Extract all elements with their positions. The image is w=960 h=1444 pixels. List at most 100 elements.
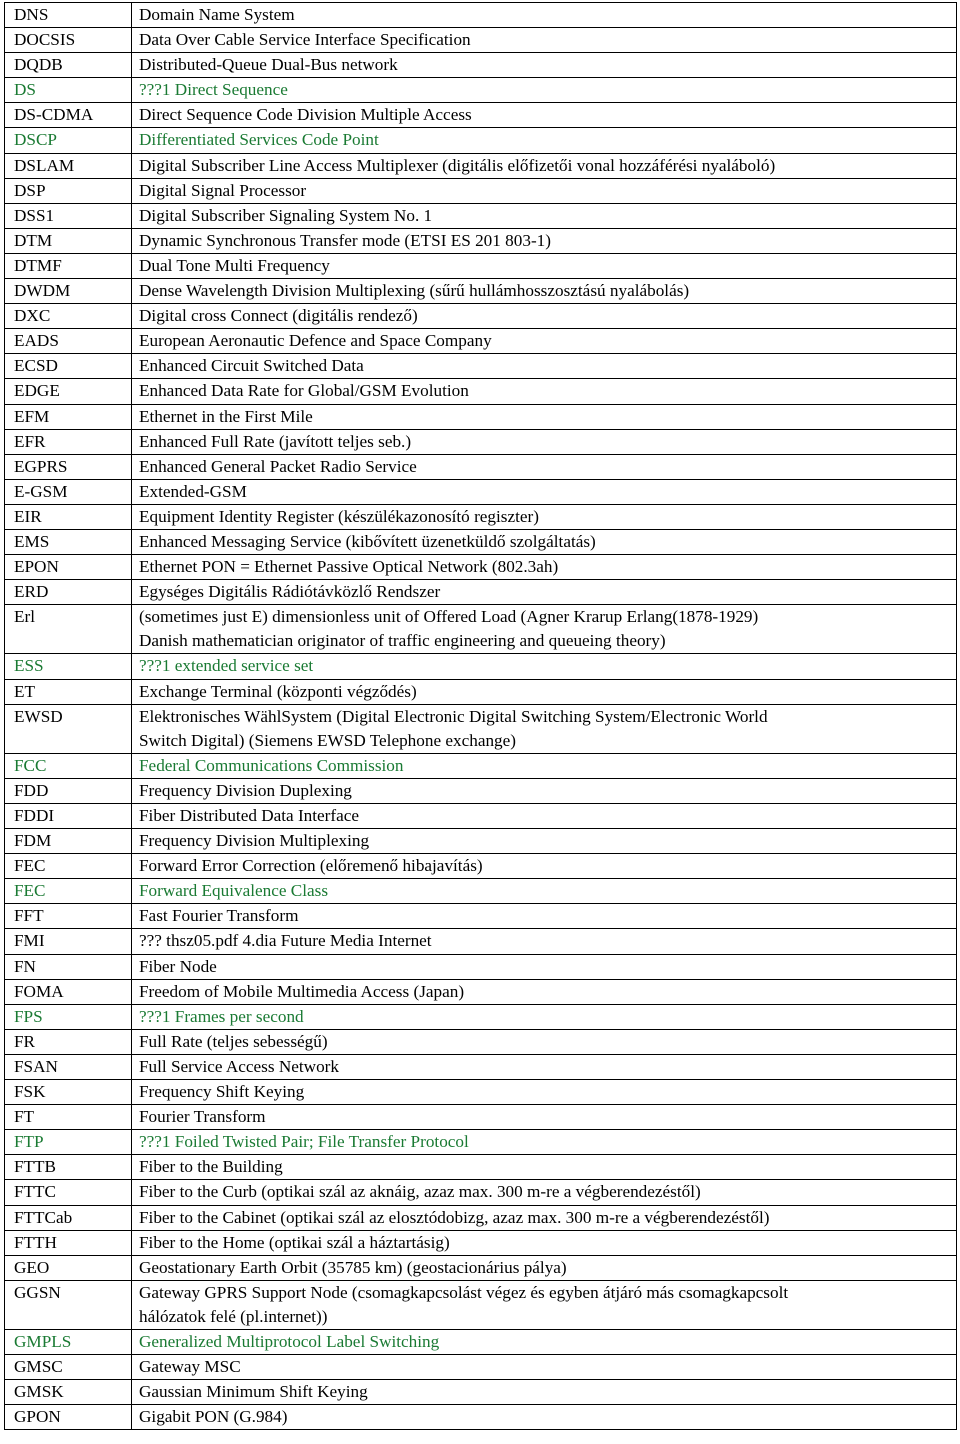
abbreviation-cell: FTTC [4,1179,132,1206]
definition-cell: Full Service Access Network [131,1053,957,1081]
table-row: DTM Dynamic Synchronous Transfer mode (ET… [4,227,957,254]
abbreviation-cell: GEO [4,1254,132,1281]
abbreviation-cell: FT [4,1104,132,1131]
table-row: FTTCab Fiber to the Cabinet (optikai szál… [4,1204,957,1231]
table-row: GPON Gigabit PON (G.984) [4,1404,957,1431]
table-row: FDM Frequency Division Multiplexing [4,828,957,855]
table-row: DQDB Distributed-Queue Dual-Bus network [4,52,957,79]
abbreviation-cell: E-GSM [4,478,132,505]
abbreviation-cell: DOCSIS [4,27,132,54]
definition-cell: Full Rate (teljes sebességű) [131,1028,957,1055]
abbreviation-cell: EPON [4,554,132,581]
table-row: EPON Ethernet PON = Ethernet Passive Opti… [4,554,957,581]
table-row: FTP ???1 Foiled Twisted Pair; File Transf… [4,1129,957,1156]
abbreviation-cell: FTTB [4,1154,132,1181]
definition-cell: Dense Wavelength Division Multiplexing (… [131,278,957,305]
table-row: FDDI Fiber Distributed Data Interface [4,802,957,830]
table-row: DS ???1 Direct Sequence [4,77,957,104]
table-row: FN Fiber Node [4,953,957,980]
definition-cell: Data Over Cable Service Interface Specif… [131,27,957,54]
abbreviation-cell: DS-CDMA [4,102,132,129]
definition-cell: Forward Error Correction (előremenő hiba… [131,853,957,880]
abbreviation-cell: FTTH [4,1229,132,1256]
abbreviation-cell: FEC [4,853,132,880]
definition-cell: Equipment Identity Register (készülékazo… [131,503,957,530]
abbreviation-cell: EFM [4,403,132,430]
table-row: FR Full Rate (teljes sebességű) [4,1028,957,1055]
definition-cell: Fiber to the Building [131,1154,957,1181]
table-row: DOCSIS Data Over Cable Service Interface … [4,27,957,54]
table-row: DS-CDMA Direct Sequence Code Division Mul… [4,102,957,129]
definition-cell: Enhanced Data Rate for Global/GSM Evolut… [131,378,957,405]
abbreviation-cell: FFT [4,903,132,930]
abbreviation-cell: ET [4,678,132,705]
abbreviation-cell: FCC [4,752,132,779]
definition-cell: Dual Tone Multi Frequency [131,252,957,280]
definition-cell: Enhanced General Packet Radio Service [131,453,957,480]
abbreviation-cell: EGPRS [4,453,132,480]
table-row: DSS1 Digital Subscriber Signaling System … [4,202,957,229]
table-row: GMSC Gateway MSC [4,1354,957,1381]
definition-cell: Digital Subscriber Signaling System No. … [131,202,957,229]
definition-cell: Digital Subscriber Line Access Multiplex… [131,152,957,179]
definition-cell: Enhanced Messaging Service (kibővített ü… [131,528,957,556]
definition-cell: Frequency Division Duplexing [131,777,957,805]
definition-cell: Gateway MSC [131,1354,957,1381]
table-row: EDGE Enhanced Data Rate for Global/GSM Ev… [4,378,957,405]
abbreviation-cell: DSP [4,177,132,204]
abbreviation-cell: Erl [4,604,132,655]
definition-cell: Ethernet PON = Ethernet Passive Optical … [131,554,957,581]
definition-cell: ??? thsz05.pdf 4.dia Future Media Intern… [131,928,957,955]
abbreviation-cell: DSLAM [4,152,132,179]
abbreviation-cell: FEC [4,878,132,905]
abbreviation-cell: GPON [4,1404,132,1431]
table-row: DSP Digital Signal Processor [4,177,957,204]
table-row: FMI??? thsz05.pdf 4.dia Future Media Int… [4,928,957,955]
definition-cell: Extended-GSM [131,478,957,505]
definition-cell: Federal Communications Commission [131,752,957,779]
table-row: E-GSM Extended-GSM [4,478,957,505]
abbreviation-cell: FSAN [4,1053,132,1081]
definition-cell: Fiber to the Curb (optikai szál az aknái… [131,1179,957,1206]
abbreviation-cell: ECSD [4,353,132,380]
definition-cell: Frequency Division Multiplexing [131,828,957,855]
definition-cell: Domain Name System [131,1,957,29]
abbreviation-cell: FTP [4,1129,132,1156]
table-row: GGSN Gateway GPRS Support Node (csomagkap… [4,1279,957,1330]
definition-cell: Frequency Shift Keying [131,1079,957,1106]
definition-cell: Generalized Multiprotocol Label Switchin… [131,1328,957,1356]
table-row: FTTB Fiber to the Building [4,1154,957,1181]
table-row: FTTC Fiber to the Curb (optikai szál az a… [4,1179,957,1206]
table-row: FPS ???1 Frames per second [4,1003,957,1030]
abbreviation-cell: GMPLS [4,1328,132,1356]
table-row: FEC Forward Error Correction (előremenő h… [4,853,957,880]
definition-cell: Egységes Digitális Rádiótávközlő Rendsze… [131,579,957,606]
abbreviation-cell: FR [4,1028,132,1055]
table-row: EMS Enhanced Messaging Service (kibővítet… [4,528,957,556]
abbreviation-cell: FN [4,953,132,980]
abbreviation-cell: GMSC [4,1354,132,1381]
table-row: EFM Ethernet in the First Mile [4,403,957,430]
definition-cell: Enhanced Circuit Switched Data [131,353,957,380]
table-row: EGPRS Enhanced General Packet Radio Servi… [4,453,957,480]
definition-cell: Freedom of Mobile Multimedia Access (Jap… [131,978,957,1005]
definition-cell: Direct Sequence Code Division Multiple A… [131,102,957,129]
definition-cell: (sometimes just E) dimensionless unit of… [131,604,957,655]
abbreviation-cell: GMSK [4,1379,132,1406]
definition-cell: Digital Signal Processor [131,177,957,204]
definition-cell: Fourier Transform [131,1104,957,1131]
abbreviation-cell: EIR [4,503,132,530]
abbreviation-cell: EMS [4,528,132,556]
definition-cell: ???1 Foiled Twisted Pair; File Transfer … [131,1129,957,1156]
abbreviation-cell: FDM [4,828,132,855]
abbreviation-cell: ESS [4,653,132,680]
table-row: ET Exchange Terminal (központi végződés) [4,678,957,705]
definition-cell: Gigabit PON (G.984) [131,1404,957,1431]
table-row: FTTH Fiber to the Home (optikai szál a há… [4,1229,957,1256]
definition-cell: ???1 Direct Sequence [131,77,957,104]
table-row: EIR Equipment Identity Register (készülék… [4,503,957,530]
abbreviation-cell: GGSN [4,1279,132,1330]
abbreviation-cell: DTM [4,227,132,254]
table-row: FSAN Full Service Access Network [4,1053,957,1081]
abbreviation-cell: DQDB [4,52,132,79]
